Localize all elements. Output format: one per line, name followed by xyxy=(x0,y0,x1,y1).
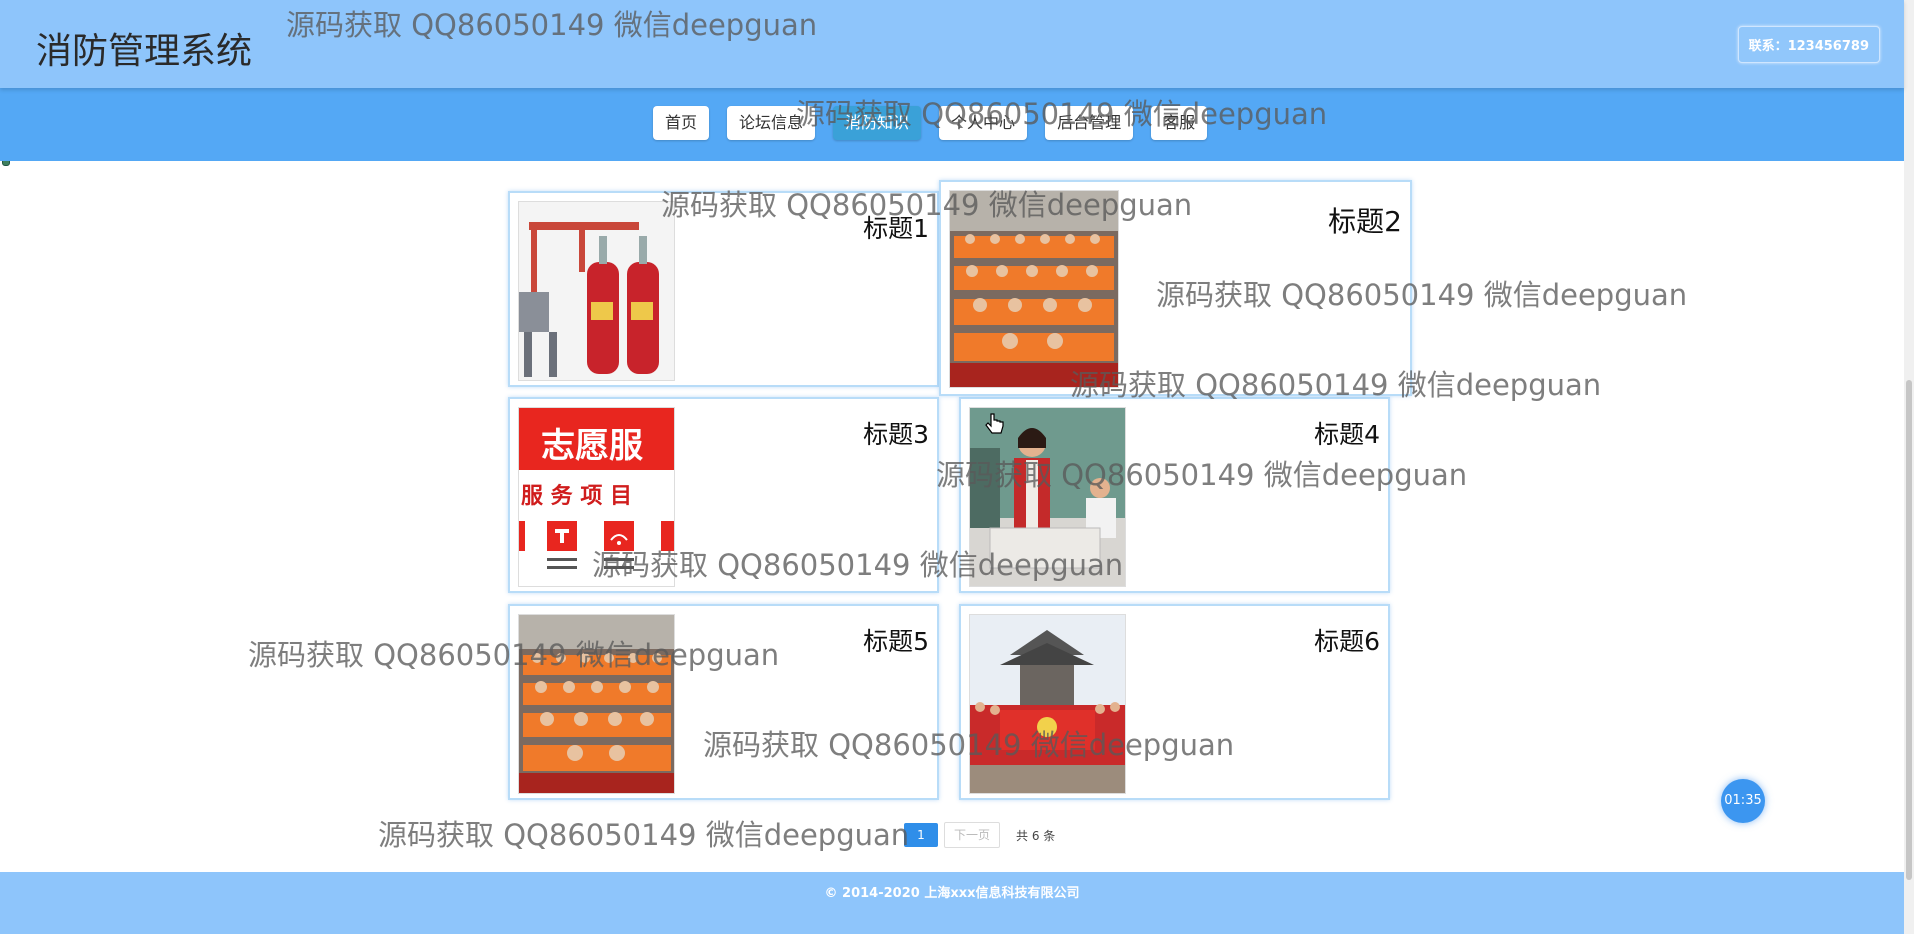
nav-support[interactable]: 客服 xyxy=(1151,106,1208,140)
card-title: 标题6 xyxy=(1314,627,1380,656)
app-title: 消防管理系统 xyxy=(36,31,253,72)
contact-badge[interactable]: 联系：123456789 xyxy=(1737,26,1880,63)
nav-admin[interactable]: 后台管理 xyxy=(1045,106,1134,140)
card-title: 标题1 xyxy=(863,214,929,243)
knowledge-card[interactable]: 志愿服 服 务 项 目 标题3 xyxy=(508,397,939,593)
scrollbar-thumb[interactable] xyxy=(1906,380,1912,880)
knowledge-card[interactable]: 标题4 xyxy=(959,397,1390,593)
poster-heading: 志愿服 xyxy=(541,426,643,466)
main-nav: 首页 论坛信息 消防知识 个人中心 后台管理 客服 xyxy=(0,88,1904,161)
page-number-current[interactable]: 1 xyxy=(904,823,938,847)
group-banner-image xyxy=(969,614,1126,794)
card-title: 标题5 xyxy=(863,627,929,656)
nav-fire-knowledge[interactable]: 消防知识 xyxy=(833,106,922,140)
card-title: 标题4 xyxy=(1314,420,1380,449)
page-scrollbar[interactable] xyxy=(1904,0,1914,934)
copyright-text: © 2014-2020 上海xxx信息科技有限公司 xyxy=(824,886,1080,901)
fire-extinguisher-image xyxy=(518,201,675,381)
knowledge-card[interactable]: 标题1 xyxy=(508,191,939,387)
total-count: 共 6 条 xyxy=(1016,828,1056,843)
knowledge-card[interactable]: 标题5 xyxy=(508,604,939,800)
pagination: 1 下一页 共 6 条 xyxy=(904,822,1055,848)
nav-forum[interactable]: 论坛信息 xyxy=(727,106,816,140)
volunteer-poster-image: 志愿服 服 务 项 目 xyxy=(518,407,675,587)
recording-timer: 01:35 xyxy=(1721,779,1765,823)
hand-cursor-icon xyxy=(985,413,1005,441)
card-title: 标题3 xyxy=(863,420,929,449)
poster-subheading: 服 务 项 目 xyxy=(521,483,632,509)
watermark-text: 源码获取 QQ86050149 微信deepguan xyxy=(378,818,910,852)
nav-list: 首页 论坛信息 消防知识 个人中心 后台管理 客服 xyxy=(653,106,1208,140)
nav-profile[interactable]: 个人中心 xyxy=(939,106,1028,140)
nav-home[interactable]: 首页 xyxy=(653,106,710,140)
footer: © 2014-2020 上海xxx信息科技有限公司 xyxy=(0,872,1904,934)
top-header: 消防管理系统 联系：123456789 xyxy=(0,0,1904,88)
next-page-button[interactable]: 下一页 xyxy=(944,822,1000,848)
audience-photo-image xyxy=(518,614,675,794)
card-title: 标题2 xyxy=(1328,205,1402,238)
knowledge-card[interactable]: 标题6 xyxy=(959,604,1390,800)
knowledge-card[interactable]: 标题2 xyxy=(939,180,1412,396)
audience-photo-image xyxy=(949,190,1119,388)
